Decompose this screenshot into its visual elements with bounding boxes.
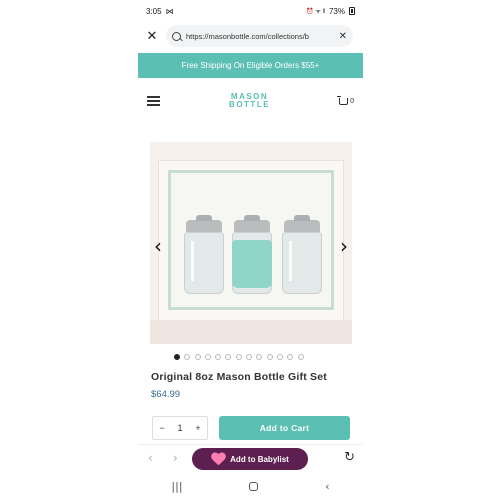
search-icon [172, 31, 181, 41]
cart-icon [337, 95, 349, 105]
carousel-dot[interactable] [276, 354, 283, 360]
jar-lid [284, 215, 320, 232]
shipping-banner[interactable]: Free Shipping On Eligible Orders $55+ [138, 53, 363, 78]
browser-forward-icon[interactable]: › [173, 451, 178, 465]
product-image-carousel[interactable]: ‹ › [150, 142, 352, 344]
carousel-dot[interactable] [194, 354, 201, 360]
home-icon[interactable] [249, 481, 259, 491]
jar-lid [234, 215, 270, 232]
hamburger-line [147, 96, 160, 98]
jar-image [282, 215, 322, 294]
product-title: Original 8oz Mason Bottle Gift Set [151, 371, 327, 383]
battery-text: 73% [328, 6, 345, 16]
url-text[interactable]: https://masonbottle.com/collections/b [186, 32, 334, 41]
hamburger-line [147, 100, 160, 102]
recents-icon[interactable]: ||| [171, 480, 182, 493]
hamburger-icon[interactable] [147, 96, 160, 106]
jar-image [184, 215, 224, 294]
product-price: $64.99 [151, 389, 181, 400]
quantity-stepper: − 1 + [152, 416, 208, 440]
add-to-cart-button[interactable]: Add to Cart [219, 416, 350, 440]
url-bar[interactable]: https://masonbottle.com/collections/b ✕ [166, 25, 353, 47]
refresh-icon[interactable]: ↻ [344, 450, 355, 465]
hamburger-line [147, 104, 160, 106]
jar-with-sleeve-image [232, 215, 272, 294]
carousel-dot[interactable] [235, 354, 242, 360]
carousel-dot[interactable] [204, 354, 211, 360]
status-right: ⏰ ᯤ ‖ 73% [306, 7, 355, 16]
notification-icon: ⋈ [165, 6, 174, 16]
gift-box-base [150, 320, 352, 344]
carousel-dot[interactable] [215, 354, 222, 360]
jar-body [282, 232, 322, 294]
close-tab-icon[interactable]: ✕ [138, 28, 166, 44]
android-nav-bar: ||| ‹ [138, 476, 363, 496]
status-left: 3:05 ⋈ [146, 7, 174, 16]
browser-back-icon[interactable]: ‹ [148, 451, 153, 465]
phone-screen: 3:05 ⋈ ⏰ ᯤ ‖ 73% ✕ https://masonbottle.c… [138, 0, 363, 500]
quantity-value[interactable]: 1 [177, 423, 182, 433]
site-header: MASON BOTTLE 0 [138, 84, 363, 118]
browser-bottom-bar: ‹ › Add to Babylist ↻ [138, 444, 363, 472]
logo-line-2: BOTTLE [229, 100, 271, 109]
status-bar: 3:05 ⋈ ⏰ ᯤ ‖ 73% [138, 0, 363, 22]
carousel-dot[interactable] [184, 354, 191, 360]
signal-icons: ⏰ ᯤ ‖ [306, 9, 325, 15]
carousel-dot[interactable] [266, 354, 273, 360]
carousel-dot[interactable] [297, 354, 304, 360]
carousel-dots [174, 354, 304, 360]
carousel-dot[interactable] [246, 354, 253, 360]
carousel-dot[interactable] [287, 354, 294, 360]
carousel-dot[interactable] [256, 354, 263, 360]
decrease-quantity-button[interactable]: − [159, 423, 164, 433]
add-to-babylist-button[interactable]: Add to Babylist [192, 448, 308, 470]
carousel-dot[interactable] [225, 354, 232, 360]
browser-toolbar: ✕ https://masonbottle.com/collections/b … [138, 22, 363, 50]
carousel-dot[interactable] [174, 354, 180, 360]
cart-button[interactable]: 0 [337, 95, 354, 105]
status-time: 3:05 [146, 6, 162, 16]
site-logo[interactable]: MASON BOTTLE [229, 93, 270, 109]
shipping-banner-text: Free Shipping On Eligible Orders $55+ [181, 61, 320, 70]
battery-icon [349, 7, 355, 15]
increase-quantity-button[interactable]: + [195, 423, 200, 433]
clear-url-icon[interactable]: ✕ [339, 31, 347, 42]
system-back-icon[interactable]: ‹ [325, 480, 329, 493]
cart-count: 0 [350, 97, 354, 105]
heart-icon [211, 453, 225, 465]
carousel-next-icon[interactable]: › [340, 236, 348, 256]
jar-body [184, 232, 224, 294]
carousel-prev-icon[interactable]: ‹ [154, 236, 162, 256]
jar-sleeve [232, 240, 272, 288]
jar-lid [186, 215, 222, 232]
babylist-label: Add to Babylist [230, 454, 289, 464]
